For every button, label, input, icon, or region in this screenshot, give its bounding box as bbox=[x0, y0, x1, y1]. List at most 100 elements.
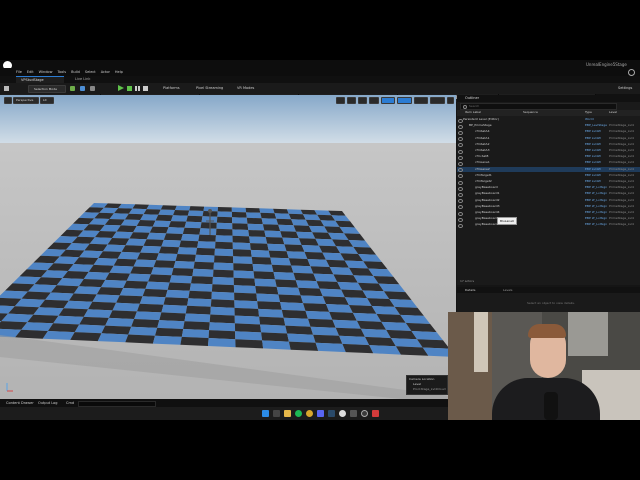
eye-icon[interactable] bbox=[458, 205, 463, 210]
floor-tile bbox=[235, 339, 264, 349]
menu-help[interactable]: Help bbox=[115, 70, 123, 75]
platforms-button[interactable]: Platforms bbox=[163, 86, 180, 91]
eye-icon[interactable] bbox=[458, 155, 463, 160]
obs-icon[interactable] bbox=[361, 410, 368, 417]
console-input[interactable] bbox=[78, 400, 156, 407]
eye-icon[interactable] bbox=[458, 180, 463, 185]
discord-icon[interactable] bbox=[317, 410, 324, 417]
details-tab[interactable]: Details bbox=[465, 288, 475, 293]
outliner-row[interactable]: greyBaseboard3 EBP LT_LvlSign PrimeStage_L… bbox=[457, 204, 640, 210]
menu-tools[interactable]: Tools bbox=[57, 70, 66, 75]
menu-file[interactable]: File bbox=[16, 70, 22, 75]
cmd-button[interactable]: Cmd bbox=[66, 401, 74, 406]
play-next-icon[interactable] bbox=[127, 86, 132, 91]
eye-icon[interactable] bbox=[458, 168, 463, 173]
eye-icon[interactable] bbox=[458, 211, 463, 216]
viewport-right-controls bbox=[336, 97, 455, 104]
app-icon[interactable] bbox=[350, 410, 357, 417]
transform-icon[interactable] bbox=[336, 97, 346, 104]
viewport-menu-button[interactable] bbox=[4, 97, 12, 104]
pause-icon[interactable] bbox=[135, 86, 140, 91]
details-empty-text: Select an object to view details. bbox=[527, 301, 575, 305]
rotate-icon[interactable] bbox=[347, 97, 357, 104]
grid-snap-icon[interactable] bbox=[380, 97, 396, 104]
floor-tile bbox=[326, 304, 353, 313]
outliner-row[interactable]: cfmLane1 EBP Lvl4W PrimeStage_Lvl4 bbox=[457, 160, 640, 166]
floor-tile bbox=[214, 248, 234, 257]
eye-icon[interactable] bbox=[458, 161, 463, 166]
perspective-button[interactable]: Perspective bbox=[13, 97, 39, 104]
floor-tile bbox=[247, 223, 265, 231]
outliner-row[interactable]: cfmTarget2 EBP Lvl4W PrimeStage_Lvl4 bbox=[457, 179, 640, 185]
outliner-row[interactable]: cfm.Sat8 EBP Lvl4W PrimeStage_Lvl4 bbox=[457, 154, 640, 160]
outliner-row[interactable]: greyBaseboard6 EBP LT_LvlSign PrimeStage_L… bbox=[457, 222, 640, 228]
menu-actor[interactable]: Actor bbox=[101, 70, 110, 75]
unreal-taskbar-icon[interactable] bbox=[339, 410, 346, 417]
eye-icon[interactable] bbox=[458, 186, 463, 191]
menu-build[interactable]: Build bbox=[71, 70, 80, 75]
menu-select[interactable]: Select bbox=[85, 70, 96, 75]
floor-tile bbox=[248, 230, 266, 237]
cinematics-icon[interactable] bbox=[90, 86, 95, 91]
floor-tile bbox=[285, 325, 314, 335]
spotify-icon[interactable] bbox=[295, 410, 302, 417]
levels-tab[interactable]: Levels bbox=[503, 288, 512, 293]
rotation-snap-icon[interactable] bbox=[397, 97, 412, 104]
scale-icon[interactable] bbox=[358, 97, 368, 104]
outliner-row[interactable]: greyBaseboard5 EBP LT_LvlSign PrimeStage_L… bbox=[457, 216, 640, 222]
steam-icon[interactable] bbox=[328, 410, 335, 417]
menu-window[interactable]: Window bbox=[39, 70, 53, 75]
world-icon[interactable] bbox=[369, 97, 379, 104]
eye-icon[interactable] bbox=[458, 217, 463, 222]
eye-icon[interactable] bbox=[458, 174, 463, 179]
eye-icon[interactable] bbox=[458, 130, 463, 135]
floor-tile bbox=[258, 308, 284, 318]
taskbar-search-icon[interactable] bbox=[273, 410, 280, 417]
outliner-row[interactable]: cfmTarget1 EBP Lvl4W PrimeStage_Lvl4 bbox=[457, 173, 640, 179]
outliner-row[interactable]: cfmLane2 EBP Lvl4W PrimeStage_Lvl4 bbox=[457, 166, 640, 173]
outliner-row[interactable]: greyBaseboard1 EBP LT_LvlSign PrimeStage_L… bbox=[457, 191, 640, 197]
floor-tile bbox=[79, 316, 109, 326]
eye-icon[interactable] bbox=[458, 149, 463, 154]
eye-icon[interactable] bbox=[458, 137, 463, 142]
eye-icon[interactable] bbox=[458, 143, 463, 148]
outliner-row[interactable]: BP_PrimeStage EBP_LeviStage PrimeStage_Lvl… bbox=[457, 123, 640, 129]
outliner-row[interactable]: greyBaseboard2 EBP LT_LvlSign PrimeStage_L… bbox=[457, 198, 640, 204]
record-icon[interactable] bbox=[372, 410, 379, 417]
eye-icon[interactable] bbox=[458, 124, 463, 129]
camera-speed-icon[interactable] bbox=[430, 97, 445, 104]
save-icon[interactable] bbox=[4, 86, 9, 91]
outliner-row[interactable]: greyBaseboard4 EBP LT_LvlSign PrimeStage_L… bbox=[457, 210, 640, 216]
pixel-streaming-button[interactable]: Pixel Streaming bbox=[196, 86, 223, 91]
tab-live-link[interactable]: Live Link bbox=[70, 76, 98, 83]
blueprint-icon[interactable] bbox=[80, 86, 85, 91]
menu-edit[interactable]: Edit bbox=[27, 70, 34, 75]
eye-icon[interactable] bbox=[458, 192, 463, 197]
eye-icon[interactable] bbox=[458, 223, 463, 228]
eye-icon[interactable] bbox=[458, 199, 463, 204]
outliner-row[interactable]: cfmSatA3 EBP Lvl4W PrimeStage_Lvl4 bbox=[457, 148, 640, 154]
play-icon[interactable] bbox=[118, 85, 124, 91]
scale-snap-icon[interactable] bbox=[413, 97, 429, 104]
outliner-row[interactable]: cfmSatA4 EBP Lvl4W PrimeStage_Lvl4 bbox=[457, 129, 640, 135]
outliner-row[interactable]: greyBaseboard EBP LT_LvlSign PrimeStage_Lv… bbox=[457, 185, 640, 191]
stop-icon[interactable] bbox=[143, 86, 148, 91]
outliner-row[interactable]: cfmSatA1 EBP Lvl4W PrimeStage_Lvl4 bbox=[457, 136, 640, 142]
gear-icon[interactable] bbox=[628, 69, 635, 76]
search-input[interactable]: Search bbox=[460, 103, 617, 110]
level-viewport[interactable]: Perspective Lit Camera Location Level Pr… bbox=[0, 95, 456, 399]
maximize-icon[interactable] bbox=[446, 97, 455, 104]
chrome-icon[interactable] bbox=[306, 410, 313, 417]
windows-start-icon[interactable] bbox=[262, 410, 269, 417]
content-drawer-button[interactable]: Content Drawer bbox=[6, 401, 34, 406]
selection-mode-dropdown[interactable]: Selection Mode bbox=[28, 85, 66, 93]
lit-button[interactable]: Lit bbox=[40, 97, 54, 104]
outliner-tab[interactable]: Outliner bbox=[465, 96, 479, 101]
vr-modes-button[interactable]: VR Modes bbox=[237, 86, 254, 91]
settings-button[interactable]: Settings bbox=[618, 86, 632, 91]
outliner-row[interactable]: Persistent Level (Editor) World bbox=[457, 117, 640, 123]
outliner-row[interactable]: cfmSatA2 EBP Lvl4W PrimeStage_Lvl4 bbox=[457, 142, 640, 148]
file-explorer-icon[interactable] bbox=[284, 410, 291, 417]
add-icon[interactable] bbox=[70, 86, 75, 91]
output-log-button[interactable]: Output Log bbox=[38, 401, 58, 406]
